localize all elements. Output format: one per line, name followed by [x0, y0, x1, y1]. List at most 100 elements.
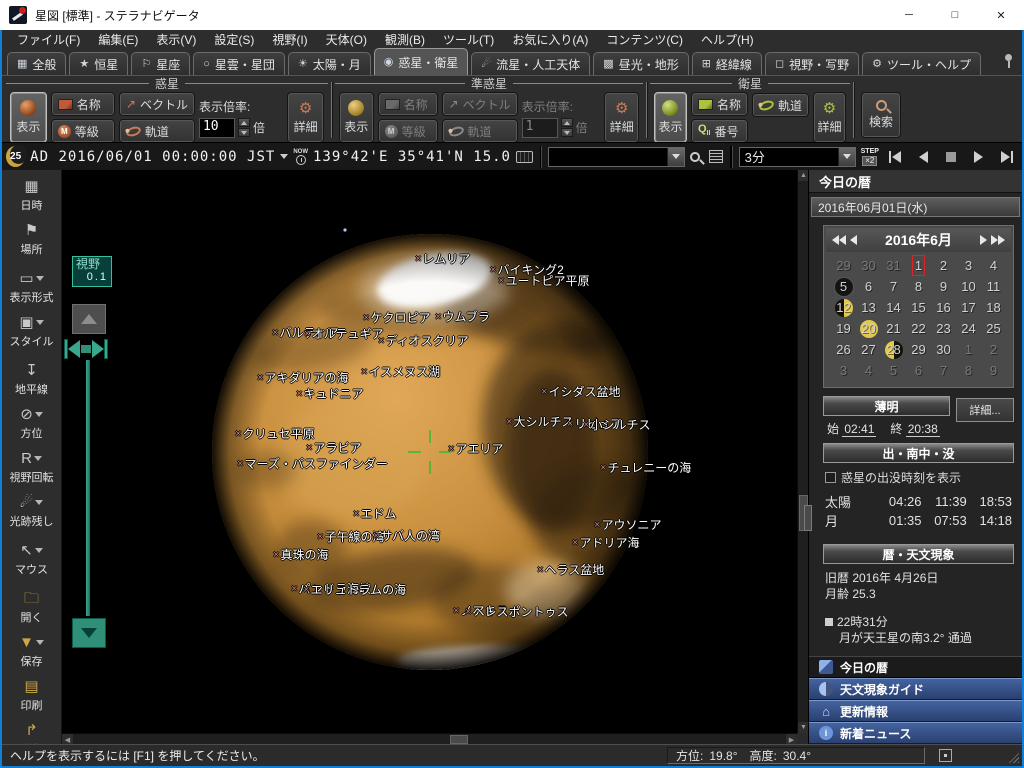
menu-item[interactable]: 設定(S) — [205, 31, 263, 48]
satellites-number-button[interactable]: QII番号 — [691, 119, 748, 143]
dwarf-name-button[interactable]: 名称 — [378, 92, 438, 116]
planets-scale-input[interactable]: 10 — [199, 118, 235, 138]
sidebar-item-compass[interactable]: ⊘方位 — [2, 402, 61, 446]
mars-view[interactable]: ×レムリア×バイキング2×ユートピア平原×ケクロピア×ウムブラ×バルティア×オル… — [62, 170, 797, 733]
horizontal-scroll-thumb[interactable] — [450, 735, 468, 744]
calendar-day[interactable]: 7 — [931, 360, 956, 381]
calendar-day[interactable]: 22 — [906, 318, 931, 339]
calendar-day[interactable]: 23 — [931, 318, 956, 339]
sidebar-item-location[interactable]: ⚑場所 — [2, 218, 61, 262]
planets-vector-button[interactable]: ↗ベクトル — [119, 92, 195, 116]
zoom-in-button[interactable] — [72, 304, 106, 334]
list-icon[interactable] — [709, 150, 723, 163]
calendar-day[interactable]: 16 — [931, 297, 956, 318]
dwarf-detail-button[interactable]: ⚙ 詳細 — [604, 92, 639, 143]
panel-nav-phenomena-guide[interactable]: 天文現象ガイド — [809, 678, 1022, 700]
planets-orbit-button[interactable]: 軌道 — [119, 119, 195, 143]
sidebar-item-horizon[interactable]: ↧地平線 — [2, 358, 61, 402]
dropdown-arrow-icon[interactable] — [35, 412, 43, 417]
sidebar-item-datetime[interactable]: ▦日時 — [2, 174, 61, 218]
location-display[interactable]: 139°42'E 35°41'N 15.0 — [313, 149, 511, 165]
twilight-end[interactable]: 20:38 — [906, 422, 940, 437]
next-month-button[interactable] — [980, 235, 987, 245]
calendar-day[interactable]: 15 — [906, 297, 931, 318]
planets-show-button[interactable]: 表示 — [10, 92, 47, 143]
calendar-day[interactable]: 26 — [831, 339, 856, 360]
calendar-day[interactable]: 2 — [931, 255, 956, 276]
sidebar-item-display-format[interactable]: ▭表示形式 — [2, 266, 61, 310]
prev-year-button[interactable] — [832, 235, 846, 245]
calendar-day[interactable]: 17 — [956, 297, 981, 318]
calendar-day[interactable]: 7 — [881, 276, 906, 297]
panel-splitter-handle[interactable] — [804, 505, 812, 531]
tab-grid[interactable]: ⊞経緯線 — [692, 52, 762, 75]
menu-item[interactable]: 視野(I) — [263, 31, 316, 48]
calendar-day[interactable]: 5 — [881, 360, 906, 381]
vertical-scrollbar[interactable]: ▲ ▼ — [797, 170, 808, 733]
calendar-day[interactable]: 21 — [881, 318, 906, 339]
zoom-out-button[interactable] — [72, 618, 106, 648]
sidebar-item-style[interactable]: ▣スタイル — [2, 310, 61, 354]
datetime-display[interactable]: AD 2016/06/01 00:00:00 JST — [30, 149, 275, 165]
calendar-day[interactable]: 5 — [831, 276, 856, 297]
calendar-day[interactable]: 4 — [856, 360, 881, 381]
menu-item[interactable]: ツール(T) — [434, 31, 503, 48]
skip-back-button[interactable] — [884, 146, 907, 167]
keyboard-icon[interactable] — [516, 151, 533, 163]
pin-icon[interactable] — [1002, 54, 1014, 68]
play-back-button[interactable] — [912, 146, 935, 167]
calendar-day[interactable]: 3 — [831, 360, 856, 381]
menu-item[interactable]: ヘルプ(H) — [692, 31, 763, 48]
sidebar-item-mouse[interactable]: ↖マウス — [2, 538, 61, 582]
calendar-day[interactable]: 6 — [856, 276, 881, 297]
calendar-day[interactable]: 30 — [856, 255, 881, 276]
tab-meteor[interactable]: ☄流星・人工天体 — [471, 52, 590, 75]
tab-general[interactable]: ▦全般 — [7, 52, 66, 75]
calendar-day[interactable]: 27 — [856, 339, 881, 360]
calendar-day[interactable]: 31 — [881, 255, 906, 276]
satellites-orbit-button[interactable]: 軌道 — [752, 93, 809, 117]
calendar-day[interactable]: 11 — [981, 276, 1006, 297]
resize-grip[interactable] — [1006, 750, 1019, 763]
menu-item[interactable]: コンテンツ(C) — [597, 31, 692, 48]
minimize-button[interactable]: ─ — [886, 0, 932, 30]
step-interval-combo[interactable]: 3分 — [739, 147, 856, 167]
center-target-icon[interactable] — [939, 749, 952, 762]
tab-constellation[interactable]: ⚐星座 — [131, 52, 190, 75]
dwarf-orbit-button[interactable]: 軌道 — [442, 119, 518, 143]
menu-item[interactable]: 観測(B) — [376, 31, 434, 48]
calendar-day[interactable]: 19 — [831, 318, 856, 339]
calendar-day[interactable]: 8 — [906, 276, 931, 297]
next-year-button[interactable] — [991, 235, 1005, 245]
tab-planet[interactable]: ◉惑星・衛星 — [374, 48, 469, 75]
dwarf-vector-button[interactable]: ↗ベクトル — [442, 92, 518, 116]
tab-fov[interactable]: ◻視野・写野 — [765, 52, 859, 75]
dropdown-arrow-icon[interactable] — [34, 456, 42, 461]
twilight-begin[interactable]: 02:41 — [842, 422, 876, 437]
calendar-day[interactable]: 3 — [956, 255, 981, 276]
satellites-detail-button[interactable]: ⚙ 詳細 — [813, 92, 846, 143]
satellites-name-button[interactable]: 名称 — [691, 92, 748, 116]
tab-sun-moon[interactable]: ☀太陽・月 — [288, 52, 371, 75]
tab-star[interactable]: ★恒星 — [69, 52, 128, 75]
prev-month-button[interactable] — [850, 235, 857, 245]
dropdown-arrow-icon[interactable] — [36, 640, 44, 645]
menu-item[interactable]: 表示(V) — [147, 31, 205, 48]
menu-item[interactable]: お気に入り(A) — [503, 31, 597, 48]
maximize-button[interactable]: □ — [932, 0, 978, 30]
sidebar-item-rotate[interactable]: R視野回転 — [2, 446, 61, 490]
calendar-day[interactable]: 8 — [956, 360, 981, 381]
calendar-day[interactable]: 28 — [881, 339, 906, 360]
calendar-day[interactable]: 4 — [981, 255, 1006, 276]
sidebar-item-save[interactable]: ▼保存 — [2, 630, 61, 674]
calendar-day[interactable]: 13 — [856, 297, 881, 318]
dwarf-magnitude-button[interactable]: M等級 — [378, 119, 438, 143]
panel-nav-news[interactable]: i新着ニュース — [809, 722, 1022, 744]
panel-nav-update-info[interactable]: ⌂更新情報 — [809, 700, 1022, 722]
dwarf-show-button[interactable]: 表示 — [339, 92, 374, 143]
calendar-day[interactable]: 10 — [956, 276, 981, 297]
calendar-day-selected[interactable]: 1 — [906, 255, 931, 276]
dwarf-scale-input[interactable]: 1 — [522, 118, 558, 138]
dropdown-arrow-icon[interactable] — [35, 500, 43, 505]
menu-item[interactable]: 編集(E) — [89, 31, 147, 48]
